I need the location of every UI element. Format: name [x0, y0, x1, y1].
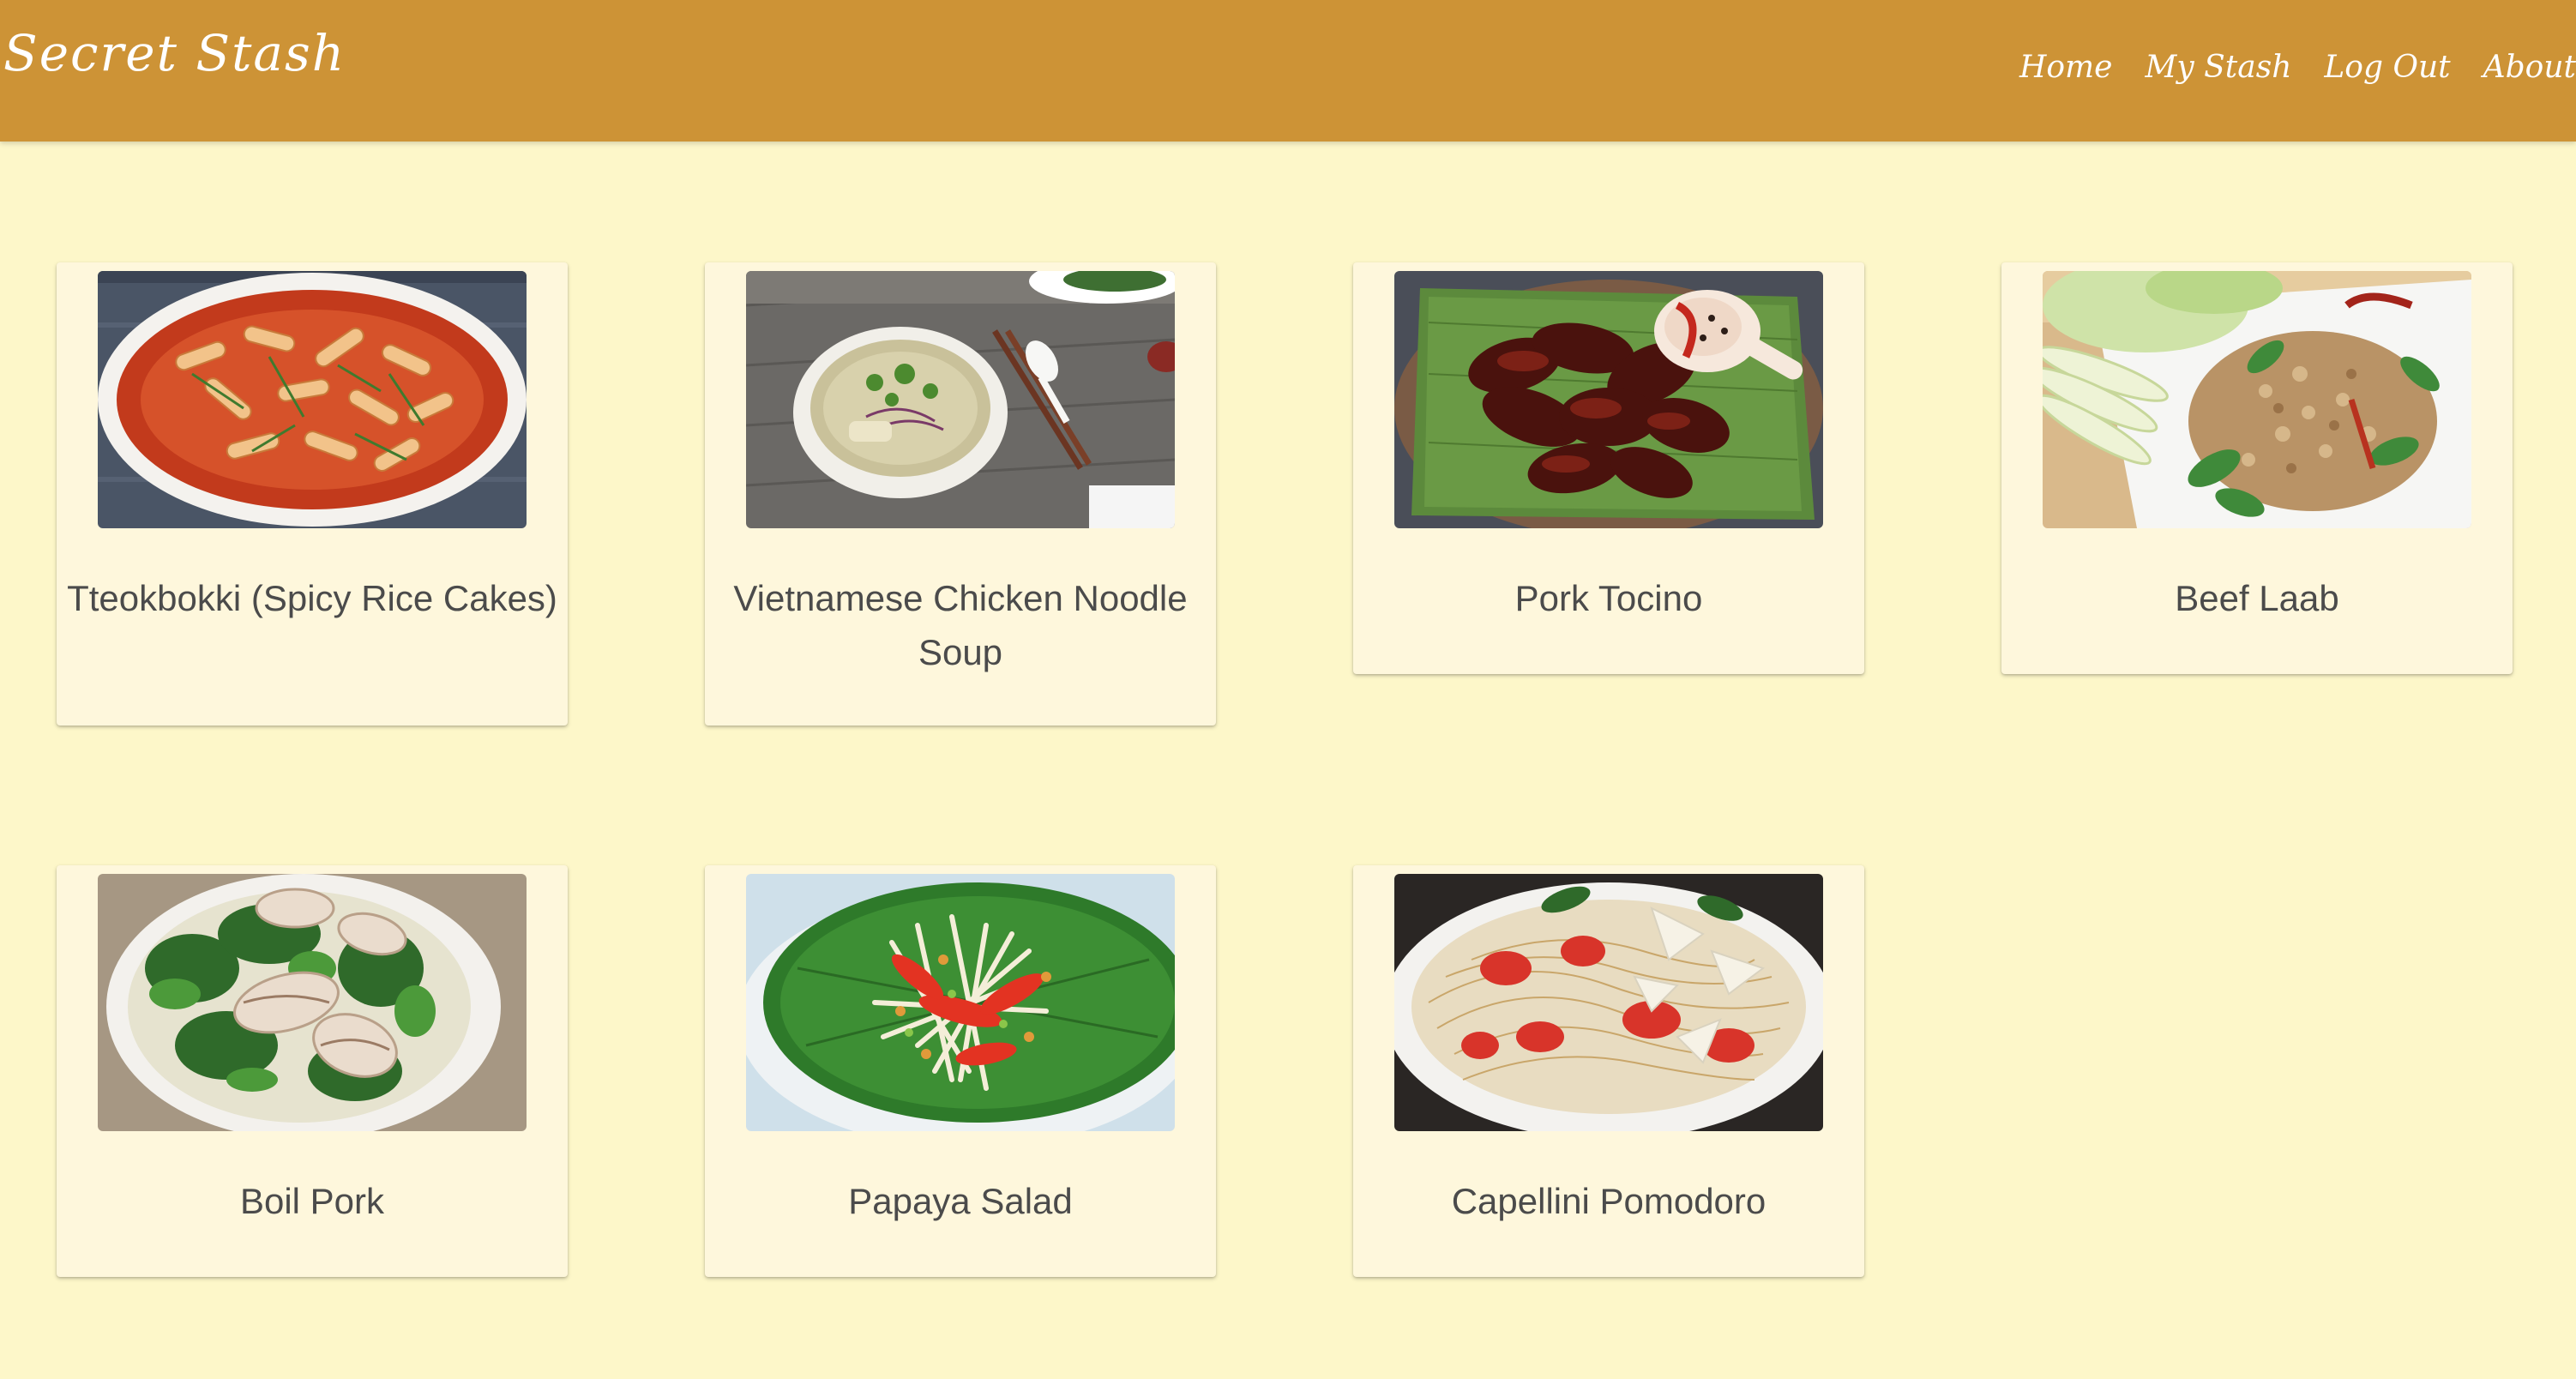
recipe-image [1394, 874, 1823, 1131]
recipe-image [98, 271, 527, 528]
recipe-image [98, 874, 527, 1131]
brand-logo-link[interactable]: Secret Stash [3, 24, 346, 82]
recipe-card[interactable]: Boil Pork [57, 865, 568, 1277]
recipe-card[interactable]: Tteokbokki (Spicy Rice Cakes) [57, 262, 568, 726]
recipe-title: Papaya Salad [848, 1181, 1073, 1221]
nav-link-log-out[interactable]: Log Out [2324, 50, 2450, 85]
recipe-card[interactable]: Pork Tocino [1353, 262, 1864, 674]
nav-link-home[interactable]: Home [2019, 50, 2113, 85]
recipe-title: Pork Tocino [1514, 578, 1703, 618]
recipe-card[interactable]: Capellini Pomodoro [1353, 865, 1864, 1277]
nav-link-about[interactable]: About [2483, 50, 2576, 85]
recipe-title: Capellini Pomodoro [1451, 1181, 1766, 1221]
nav-links: Home My Stash Log Out About [1987, 41, 2576, 93]
nav-link-my-stash[interactable]: My Stash [2145, 50, 2291, 85]
recipe-card[interactable]: Papaya Salad [705, 865, 1216, 1277]
recipe-title: Beef Laab [2175, 578, 2339, 618]
recipe-title: Boil Pork [239, 1181, 385, 1221]
recipe-card[interactable]: Beef Laab [2001, 262, 2513, 674]
recipe-title: Vietnamese Chicken Noodle Soup [733, 578, 1188, 672]
top-navbar: Secret Stash Home My Stash Log Out About [0, 0, 2576, 142]
recipe-image [2043, 271, 2471, 528]
recipe-image [746, 874, 1175, 1131]
recipe-image [746, 271, 1175, 528]
recipe-image [1394, 271, 1823, 528]
recipe-title: Tteokbokki (Spicy Rice Cakes) [67, 578, 557, 618]
recipe-card[interactable]: Vietnamese Chicken Noodle Soup [705, 262, 1216, 726]
